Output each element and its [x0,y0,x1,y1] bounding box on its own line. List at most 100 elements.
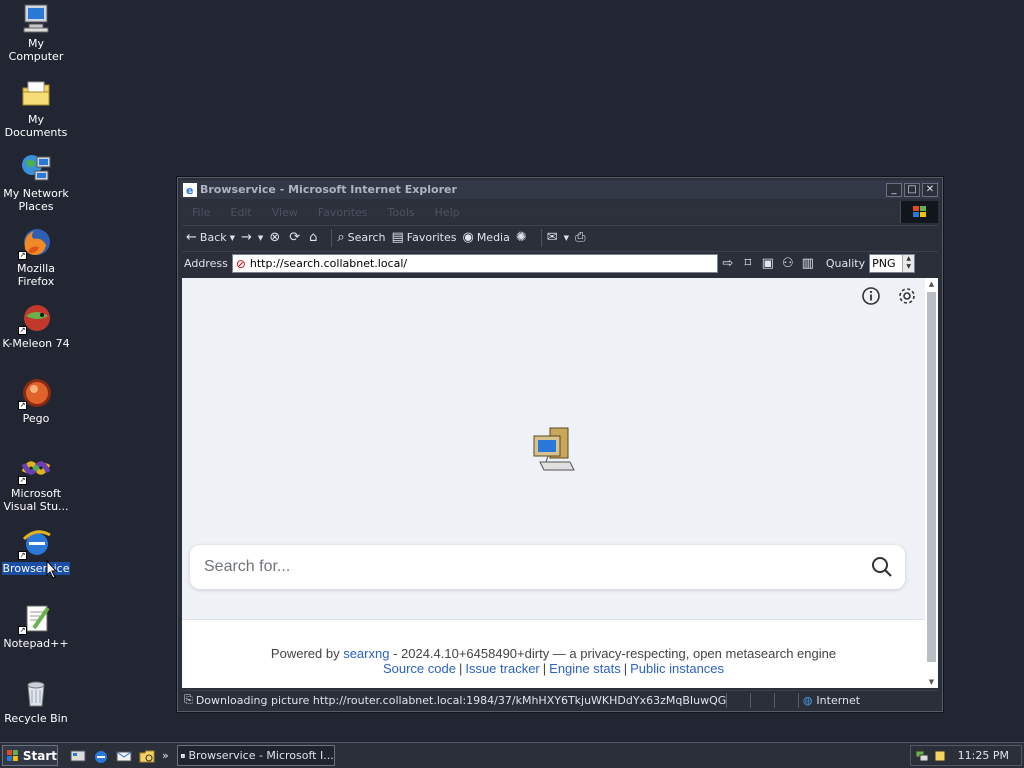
refresh-button[interactable]: ⟳ [289,230,303,245]
desktop-icon-my-documents[interactable]: My Documents [0,78,72,139]
minimize-button[interactable]: _ [886,182,902,197]
search-icon: ⌕ [337,230,345,245]
dropdown-arrow-icon[interactable]: ▼ [230,234,235,242]
firefox-icon: ↗ [18,227,52,260]
menu-tools[interactable]: Tools [388,206,415,219]
scroll-up-icon[interactable]: ▲ [925,278,938,290]
settings-gear-icon[interactable] [897,286,917,306]
forward-button[interactable]: → ▼ [241,230,263,245]
desktop-icon-recycle-bin[interactable]: Recycle Bin [0,677,72,725]
bookmark-icon[interactable]: ⌑ [738,256,758,271]
public-instances-link[interactable]: Public instances [630,661,724,676]
desktop-icon-network[interactable]: My Network Places [0,152,72,213]
volume-tray-icon[interactable] [933,749,947,763]
desktop-icon-label: Recycle Bin [4,712,68,725]
menu-favorites[interactable]: Favorites [318,206,368,219]
scroll-down-icon[interactable]: ▼ [925,676,938,688]
home-icon: ⌂ [309,230,318,245]
outlook-express-icon[interactable] [116,748,132,764]
windows-explorer-icon[interactable] [139,748,155,764]
history-button[interactable]: ✺ [516,230,530,245]
menu-help[interactable]: Help [435,206,460,219]
status-cell [773,692,798,708]
network-icon [20,152,52,184]
computer-icon [20,2,52,34]
address-bar: Address ⊘ http://search.collabnet.local/… [182,251,938,275]
search-icon[interactable] [869,554,895,580]
clipboard-icon[interactable]: ▥ [798,256,818,271]
mail-button[interactable]: ✉ ▼ [547,230,569,245]
search-input[interactable] [190,557,869,577]
desktop-icon-label: My Computer [8,37,64,63]
searxng-link[interactable]: searxng [343,646,389,661]
favorites-icon: ▤ [391,230,404,245]
menu-view[interactable]: View [272,206,298,219]
network-tray-icon[interactable] [915,749,929,763]
desktop-icon-my-computer[interactable]: My Computer [0,2,72,63]
desktop-icon-notepadpp[interactable]: ↗ Notepad++ [0,602,72,650]
page-content: Powered by searxng - 2024.4.10+6458490+d… [182,278,925,688]
taskbar-button-browservice[interactable]: e Browservice - Microsoft I... [176,745,335,766]
favorites-button[interactable]: ▤ Favorites [391,230,456,245]
desktop-icon-kmeleon[interactable]: ↗ K-Meleon 74 [0,302,72,350]
address-input[interactable]: ⊘ http://search.collabnet.local/ [231,254,718,273]
recycle-bin-icon [20,677,52,709]
menu-file[interactable]: File [192,206,210,219]
menu-edit[interactable]: Edit [230,206,251,219]
show-desktop-icon[interactable] [70,748,86,764]
mail-icon: ✉ [546,230,558,245]
print-button[interactable]: ⎙ [575,230,588,245]
ie-icon: e [180,754,185,758]
spinner-arrows-icon[interactable]: ▲ ▼ [902,255,915,272]
clock[interactable]: 11:25 PM [958,749,1009,762]
shortcut-arrow-icon: ↗ [18,476,27,485]
close-button[interactable]: ✕ [922,182,938,197]
desktop-icon-label: Browservice [1,562,71,575]
toolbar-separator [540,228,542,247]
info-icon[interactable] [861,286,881,306]
browser-window: e Browservice - Microsoft Internet Explo… [177,177,943,712]
shortcut-arrow-icon: ↗ [18,251,27,260]
address-url: http://search.collabnet.local/ [249,257,408,270]
stop-button[interactable]: ⊗ [269,230,283,245]
engine-stats-link[interactable]: Engine stats [549,661,621,676]
media-icon: ◉ [462,230,474,245]
internet-globe-icon: ◍ [802,693,813,707]
searxng-logo-icon [533,427,575,471]
quality-select[interactable]: PNG ▲ ▼ [869,254,916,273]
start-button[interactable]: Start [2,745,58,766]
title-bar[interactable]: e Browservice - Microsoft Internet Explo… [180,180,940,199]
svg-text:e: e [186,184,193,197]
search-button[interactable]: ⌕ Search [337,230,385,245]
source-code-link[interactable]: Source code [383,661,456,676]
pego-icon: ↗ [18,377,52,410]
standard-toolbar: ← Back ▼ → ▼ ⊗ ⟳ ⌂ ⌕ Search ▤ Favorites ◉ Medi… [182,225,938,249]
notepad-icon: ↗ [18,602,52,635]
maximize-button[interactable]: □ [904,182,920,197]
search-box [190,545,905,589]
back-button[interactable]: ← Back ▼ [186,230,235,245]
refresh-icon: ⟳ [289,230,301,245]
forward-arrow-icon: → [241,230,252,245]
binoculars-icon[interactable]: ⚇ [778,256,798,271]
page-top-icons [845,286,917,306]
dropdown-arrow-icon[interactable]: ▼ [258,234,263,242]
desktop-icon-visual-studio[interactable]: ↗ Microsoft Visual Stu... [0,452,72,513]
quick-launch-more[interactable]: » [162,749,169,762]
footer-powered-line: Powered by searxng - 2024.4.10+6458490+d… [270,646,837,661]
scroll-thumb[interactable] [927,292,936,662]
media-button[interactable]: ◉ Media [462,230,509,245]
quality-value: PNG [872,257,896,270]
dropdown-arrow-icon[interactable]: ▼ [564,234,569,242]
vertical-scrollbar[interactable]: ▲ ▼ [925,278,938,688]
desktop-icon-firefox[interactable]: ↗ Mozilla Firefox [0,227,72,288]
svg-text:e: e [182,754,184,758]
go-arrow-icon[interactable]: ⇨ [718,256,738,271]
find-page-icon[interactable]: ▣ [758,256,778,271]
issue-tracker-link[interactable]: Issue tracker [465,661,539,676]
ie-icon[interactable] [93,748,109,764]
desktop-icon-pego[interactable]: ↗ Pego [0,377,72,425]
mouse-cursor-icon [46,560,58,579]
home-button[interactable]: ⌂ [309,230,320,245]
desktop-icon-browservice[interactable]: ↗ Browservice [0,527,72,575]
